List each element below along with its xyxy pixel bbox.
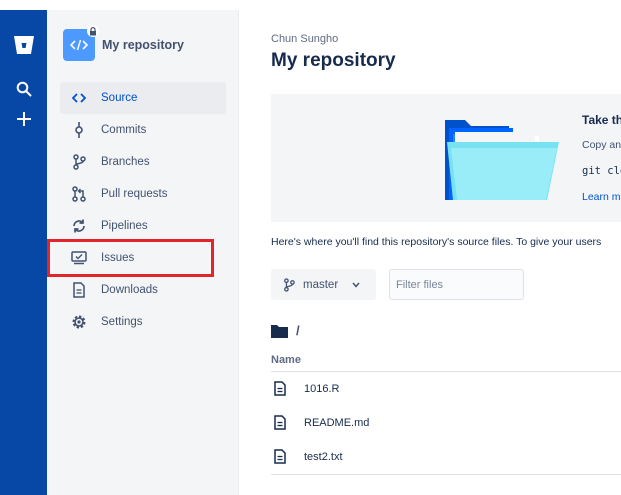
list-bottom-divider bbox=[271, 474, 621, 475]
sidebar-item-label: Settings bbox=[101, 316, 143, 328]
file-icon bbox=[274, 449, 288, 465]
code-avatar-icon bbox=[70, 39, 88, 51]
repo-header[interactable]: My repository bbox=[63, 25, 184, 62]
lock-icon bbox=[87, 25, 99, 37]
repo-avatar bbox=[63, 25, 99, 61]
project-sidebar: My repository Source Commits Branches Pu… bbox=[47, 10, 239, 495]
sidebar-item-pipelines[interactable]: Pipelines bbox=[60, 210, 226, 242]
branch-selector-button[interactable]: master bbox=[271, 269, 376, 300]
file-icon bbox=[274, 381, 288, 397]
pipelines-icon bbox=[71, 218, 87, 234]
learn-more-link[interactable]: Learn m bbox=[582, 191, 621, 203]
sidebar-item-branches[interactable]: Branches bbox=[60, 146, 226, 178]
commit-icon bbox=[71, 122, 87, 138]
filter-files-input[interactable] bbox=[389, 269, 524, 300]
sidebar-item-label: Pull requests bbox=[101, 188, 168, 200]
onboarding-panel: Take th Copy an git clo Learn m bbox=[271, 94, 621, 222]
repo-name: My repository bbox=[102, 38, 184, 52]
issues-icon bbox=[71, 250, 87, 266]
sidebar-item-source[interactable]: Source bbox=[60, 82, 226, 114]
sidebar-item-label: Issues bbox=[101, 252, 135, 264]
sidebar-item-commits[interactable]: Commits bbox=[60, 114, 226, 146]
sidebar-item-label: Commits bbox=[101, 124, 147, 136]
branch-icon bbox=[71, 154, 87, 170]
file-name[interactable]: 1016.R bbox=[304, 383, 339, 395]
sidebar-item-label: Pipelines bbox=[101, 220, 148, 232]
downloads-icon bbox=[71, 282, 87, 298]
file-list: 1016.R README.md test2.txt bbox=[271, 372, 621, 474]
file-row[interactable]: README.md bbox=[271, 406, 621, 440]
pull-request-icon bbox=[71, 186, 87, 202]
sidebar-item-label: Source bbox=[101, 92, 138, 104]
onboarding-title: Take th bbox=[582, 113, 621, 127]
breadcrumb[interactable]: Chun Sungho bbox=[271, 33, 338, 45]
code-icon bbox=[71, 90, 87, 106]
settings-gear-icon bbox=[71, 314, 87, 330]
file-name[interactable]: README.md bbox=[304, 417, 369, 429]
main-content: Chun Sungho My repository Take th Copy a… bbox=[239, 10, 621, 495]
global-nav bbox=[0, 10, 47, 495]
sidebar-item-pull-requests[interactable]: Pull requests bbox=[60, 178, 226, 210]
file-row[interactable]: 1016.R bbox=[271, 372, 621, 406]
file-row[interactable]: test2.txt bbox=[271, 440, 621, 474]
chevron-down-icon bbox=[352, 282, 360, 288]
search-icon[interactable] bbox=[0, 78, 47, 100]
top-strip bbox=[0, 0, 621, 10]
file-icon bbox=[274, 415, 288, 431]
plus-icon[interactable] bbox=[0, 108, 47, 130]
branch-icon bbox=[283, 277, 295, 292]
page-title: My repository bbox=[271, 50, 396, 71]
sidebar-item-label: Downloads bbox=[101, 284, 158, 296]
onboarding-description: Copy an bbox=[582, 139, 621, 151]
path-breadcrumb: / bbox=[271, 323, 300, 338]
sidebar-item-downloads[interactable]: Downloads bbox=[60, 274, 226, 306]
column-header-name[interactable]: Name bbox=[271, 354, 301, 366]
folder-icon bbox=[271, 324, 288, 338]
sidebar-item-settings[interactable]: Settings bbox=[60, 306, 226, 338]
sidebar-item-label: Branches bbox=[101, 156, 150, 168]
clone-command[interactable]: git clo bbox=[582, 165, 621, 177]
folder-illustration bbox=[445, 120, 559, 200]
sidebar-item-issues[interactable]: Issues bbox=[60, 242, 226, 274]
branch-name: master bbox=[303, 278, 339, 291]
bitbucket-logo-icon[interactable] bbox=[0, 32, 47, 58]
sidebar-nav: Source Commits Branches Pull requests Pi… bbox=[60, 82, 226, 338]
path-root[interactable]: / bbox=[296, 323, 300, 338]
source-description: Here's where you'll find this repository… bbox=[271, 236, 602, 248]
file-name[interactable]: test2.txt bbox=[304, 451, 343, 463]
